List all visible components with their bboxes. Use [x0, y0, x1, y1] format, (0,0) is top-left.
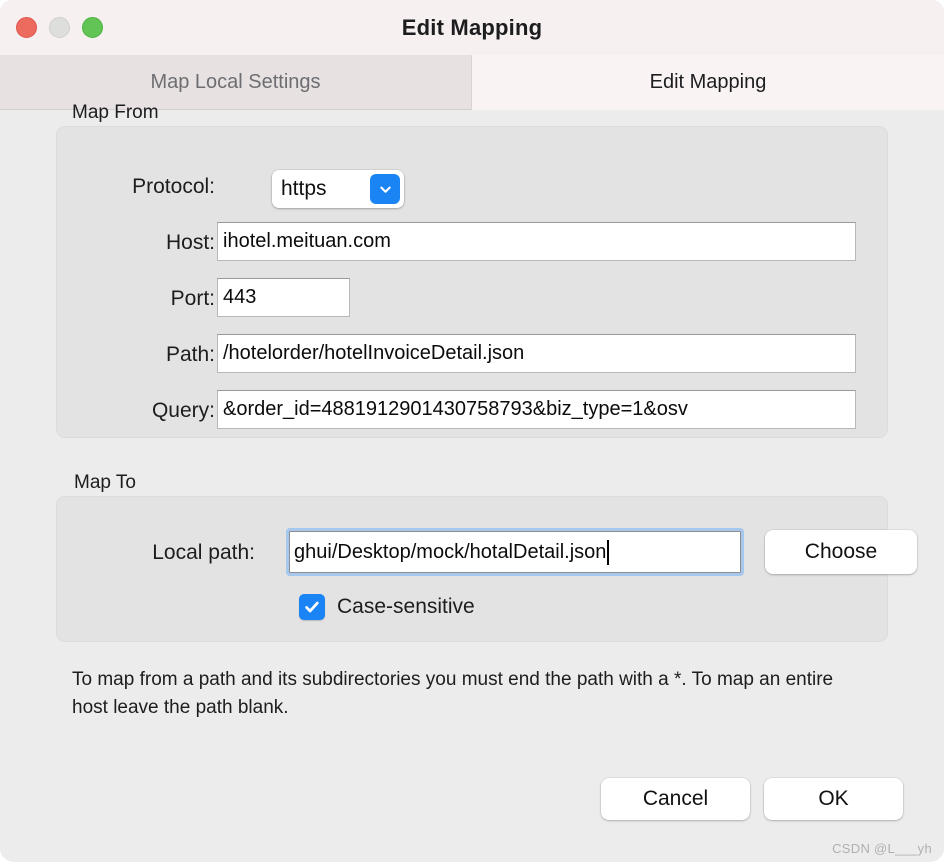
tab-map-local-settings[interactable]: Map Local Settings — [0, 55, 472, 110]
map-from-group-label: Map From — [72, 102, 159, 123]
watermark: CSDN @L___yh — [832, 841, 932, 856]
host-label: Host: — [165, 231, 215, 254]
host-input[interactable]: ihotel.meituan.com — [217, 222, 856, 261]
local-path-label: Local path: — [152, 541, 255, 564]
chevron-down-icon[interactable] — [370, 174, 400, 204]
ok-button[interactable]: OK — [764, 778, 903, 820]
path-input[interactable]: /hotelorder/hotelInvoiceDetail.json — [217, 334, 856, 373]
port-input[interactable]: 443 — [217, 278, 350, 317]
query-label: Query: — [151, 399, 215, 422]
query-input[interactable]: &order_id=4881912901430758793&biz_type=1… — [217, 390, 856, 429]
case-sensitive-label: Case-sensitive — [337, 595, 475, 618]
edit-mapping-window: Edit Mapping Map Local Settings Edit Map… — [0, 0, 944, 862]
path-label: Path: — [165, 343, 215, 366]
map-to-group: Local path: ghui/Desktop/mock/hotalDetai… — [56, 496, 917, 642]
case-sensitive-checkbox-row[interactable]: Case-sensitive — [299, 594, 475, 620]
port-label: Port: — [170, 287, 215, 310]
tab-edit-mapping[interactable]: Edit Mapping — [472, 55, 944, 110]
checkmark-icon[interactable] — [299, 594, 325, 620]
window-title: Edit Mapping — [401, 15, 543, 40]
local-path-input[interactable]: ghui/Desktop/mock/hotalDetail.json — [286, 528, 744, 576]
protocol-label: Protocol: — [132, 175, 215, 198]
protocol-select[interactable]: https — [272, 170, 404, 208]
cancel-button[interactable]: Cancel — [601, 778, 750, 820]
protocol-selected-value: https — [281, 177, 327, 200]
map-to-group-label: Map To — [74, 472, 136, 493]
map-from-group: Protocol: https Host: ihotel.meituan.com… — [56, 126, 888, 438]
window-titlebar: Edit Mapping — [0, 0, 944, 55]
choose-button[interactable]: Choose — [765, 530, 917, 574]
text-cursor — [607, 539, 610, 565]
dialog-content: Map From Protocol: https Host: ihotel.me… — [0, 102, 944, 862]
local-path-value: ghui/Desktop/mock/hotalDetail.json — [294, 540, 607, 563]
help-text: To map from a path and its subdirectorie… — [72, 669, 834, 718]
